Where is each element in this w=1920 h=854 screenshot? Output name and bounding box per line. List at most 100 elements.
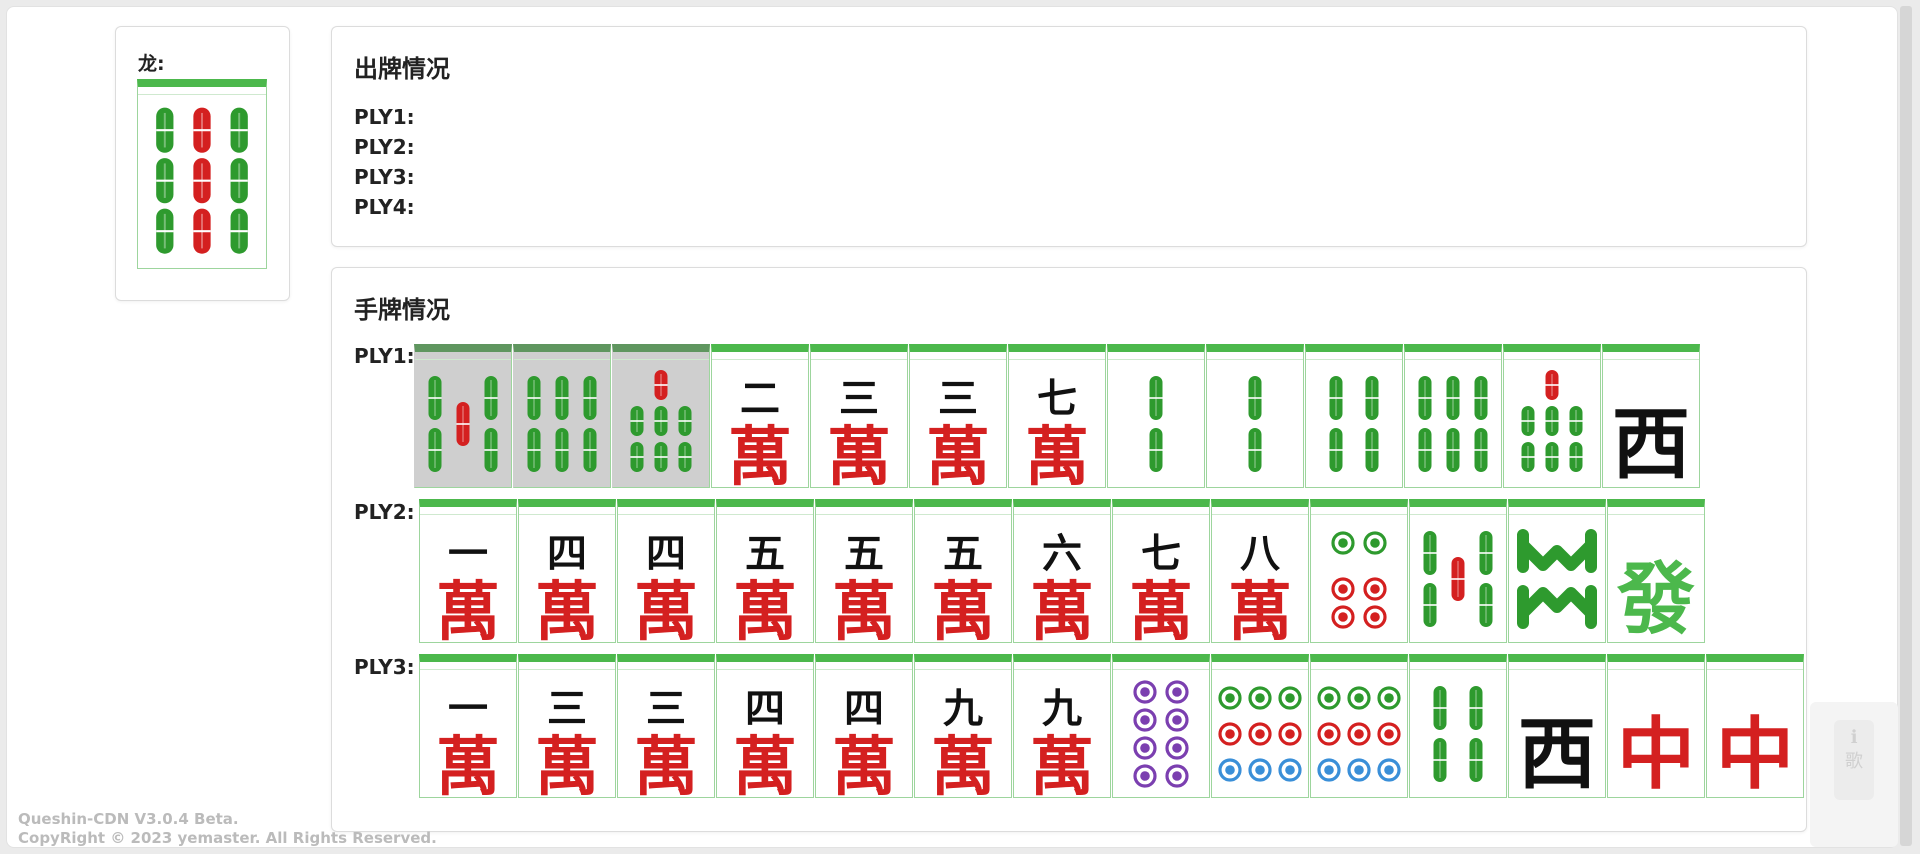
bamboo-5-icon [428, 376, 498, 472]
honor-glyph: 發 [1616, 554, 1695, 645]
character-tile[interactable]: 七萬 [1112, 499, 1210, 650]
bamboo-tile[interactable] [1107, 344, 1205, 488]
dragon-indicator-tile [137, 79, 267, 269]
hand-ply3-tiles: 一萬三萬三萬四萬四萬九萬九萬西中中 [419, 654, 1805, 805]
character-tile[interactable]: 三萬 [617, 654, 715, 805]
bamboo-tile[interactable] [1508, 499, 1606, 643]
wan-glyph: 萬 [634, 575, 698, 650]
dots-8-icon [1133, 680, 1189, 788]
honor-glyph: 西 [1611, 399, 1690, 490]
dots-tile[interactable] [1211, 654, 1309, 798]
bamboo-8-icon [1517, 529, 1597, 629]
character-tile[interactable]: 七萬 [1008, 344, 1106, 495]
discard-ply2-label: PLY2: [354, 135, 415, 159]
honor-glyph: 中 [1616, 709, 1695, 800]
wan-glyph: 萬 [926, 420, 990, 495]
bamboo-7-icon [1521, 370, 1583, 472]
wan-glyph: 萬 [1025, 420, 1089, 495]
hands-title: 手牌情况 [354, 296, 450, 324]
character-tile[interactable]: 二萬 [711, 344, 809, 495]
honor-glyph: 西 [1517, 709, 1596, 800]
wan-glyph: 萬 [1030, 575, 1094, 650]
character-tile[interactable]: 九萬 [1013, 654, 1111, 805]
discard-ply4-label: PLY4: [354, 195, 415, 219]
discard-ply3-label: PLY3: [354, 165, 415, 189]
dots-tile[interactable] [1310, 499, 1408, 643]
bamboo-tile[interactable] [1305, 344, 1403, 488]
bamboo-6-icon [527, 376, 597, 472]
bamboo-2-icon [1149, 376, 1163, 472]
hand-ply1-label: PLY1: [354, 344, 415, 368]
dots-9-icon [1218, 686, 1302, 782]
character-tile[interactable]: 五萬 [716, 499, 814, 650]
honor-tile[interactable]: 中 [1706, 654, 1804, 800]
wan-glyph: 萬 [535, 730, 599, 805]
discard-card: 出牌情况 PLY1: PLY2: PLY3: PLY4: [331, 26, 1807, 247]
bamboo-5-icon [1423, 531, 1493, 627]
character-tile[interactable]: 五萬 [815, 499, 913, 650]
side-widget[interactable]: ℹ歌 [1810, 702, 1898, 847]
character-tile[interactable]: 八萬 [1211, 499, 1309, 650]
wan-glyph: 萬 [436, 730, 500, 805]
wan-glyph: 萬 [733, 575, 797, 650]
bamboo-2-icon [1248, 376, 1262, 472]
bamboo-4-icon [1433, 686, 1483, 782]
wan-glyph: 萬 [1030, 730, 1094, 805]
character-tile[interactable]: 六萬 [1013, 499, 1111, 650]
character-tile[interactable]: 三萬 [518, 654, 616, 805]
bamboo-tile[interactable] [1409, 654, 1507, 798]
scrollbar[interactable] [1900, 6, 1912, 846]
dots-6-icon [1331, 531, 1387, 629]
wan-glyph: 萬 [535, 575, 599, 650]
character-tile[interactable]: 一萬 [419, 654, 517, 805]
hand-ply2-label: PLY2: [354, 500, 415, 524]
wan-glyph: 萬 [436, 575, 500, 650]
character-tile[interactable]: 四萬 [617, 499, 715, 650]
character-tile[interactable]: 一萬 [419, 499, 517, 650]
footer-version: Queshin-CDN V3.0.4 Beta. [18, 810, 239, 828]
hand-ply1-tiles: 二萬三萬三萬七萬 西 [414, 344, 1701, 495]
bamboo-tile[interactable] [1503, 344, 1601, 488]
dots-9-icon [1317, 686, 1401, 782]
hands-card: 手牌情况 PLY1: 二萬三萬三萬七萬西 PLY2: 一萬四萬四萬五萬五萬五萬六… [331, 267, 1807, 832]
bamboo-tile[interactable] [612, 344, 710, 488]
honor-tile[interactable]: 中 [1607, 654, 1705, 800]
bamboo-tile[interactable] [1206, 344, 1304, 488]
wan-glyph: 萬 [931, 730, 995, 805]
character-tile[interactable]: 三萬 [909, 344, 1007, 495]
character-tile[interactable]: 三萬 [810, 344, 908, 495]
hand-ply3-label: PLY3: [354, 655, 415, 679]
wan-glyph: 萬 [1129, 575, 1193, 650]
wan-glyph: 萬 [827, 420, 891, 495]
wan-glyph: 萬 [733, 730, 797, 805]
bamboo-9-icon [156, 107, 248, 254]
dragon-card: 龙: [115, 26, 290, 301]
character-tile[interactable]: 五萬 [914, 499, 1012, 650]
character-tile[interactable]: 四萬 [716, 654, 814, 805]
bamboo-4-icon [1329, 376, 1379, 472]
footer-copyright: CopyRight © 2023 yemaster. All Rights Re… [18, 829, 437, 847]
character-tile[interactable]: 四萬 [815, 654, 913, 805]
dragon-label: 龙: [138, 53, 165, 75]
dots-tile[interactable] [1310, 654, 1408, 798]
wan-glyph: 萬 [931, 575, 995, 650]
honor-tile[interactable]: 西 [1508, 654, 1606, 800]
discard-title: 出牌情况 [354, 55, 450, 83]
info-icon: ℹ [1850, 727, 1858, 748]
dots-tile[interactable] [1112, 654, 1210, 798]
bamboo-tile[interactable] [1404, 344, 1502, 488]
honor-tile[interactable]: 西 [1602, 344, 1700, 490]
side-widget-text: 歌 [1845, 751, 1863, 772]
bamboo-tile[interactable] [1409, 499, 1507, 643]
wan-glyph: 萬 [634, 730, 698, 805]
character-tile[interactable]: 四萬 [518, 499, 616, 650]
bamboo-tile[interactable] [513, 344, 611, 488]
discard-ply1-label: PLY1: [354, 105, 415, 129]
honor-glyph: 中 [1715, 709, 1794, 800]
wan-glyph: 萬 [1228, 575, 1292, 650]
bamboo-6-icon [1418, 376, 1488, 472]
honor-tile[interactable]: 發 [1607, 499, 1705, 645]
bamboo-tile[interactable] [414, 344, 512, 488]
bamboo-7-icon [630, 370, 692, 472]
character-tile[interactable]: 九萬 [914, 654, 1012, 805]
